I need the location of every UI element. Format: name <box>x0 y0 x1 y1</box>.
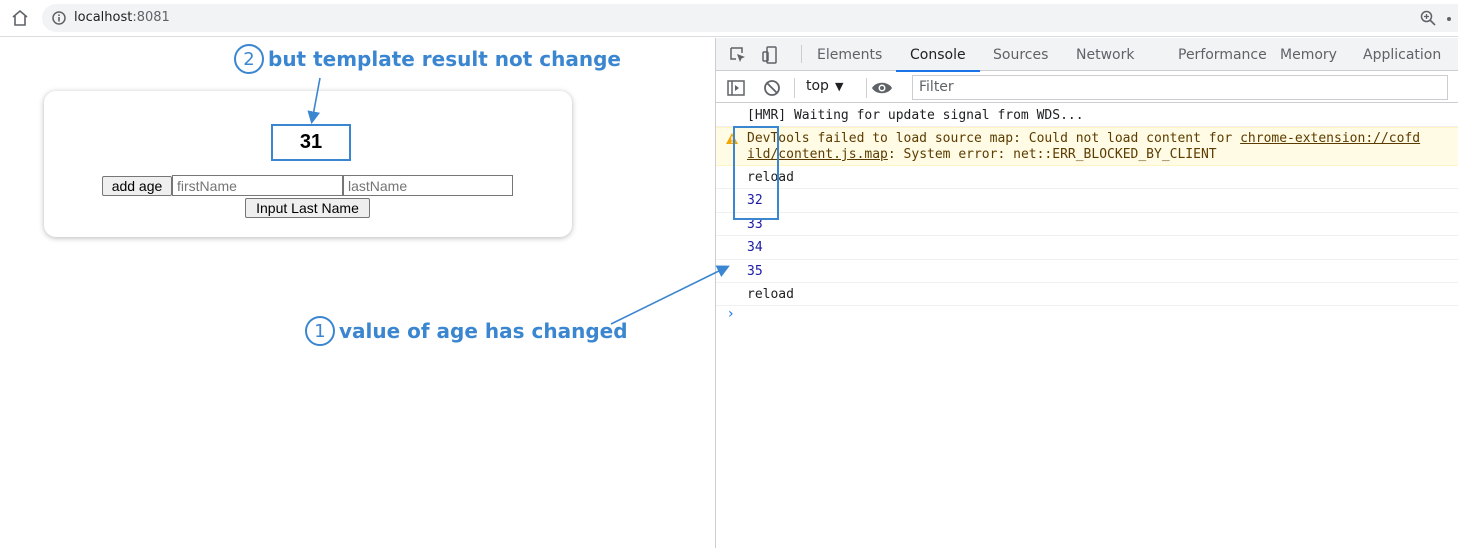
tab-network[interactable]: Network <box>1076 38 1134 71</box>
console-message: reload <box>716 283 1458 306</box>
context-selector[interactable]: top ▼ <box>806 78 843 94</box>
annotation-1-number: 1 <box>305 316 335 346</box>
warning-text-part2: : System error: net::ERR_BLOCKED_BY_CLIE… <box>887 147 1217 162</box>
zoom-icon[interactable] <box>1420 10 1436 26</box>
console-value: 35 <box>716 260 1458 283</box>
console-prompt-icon[interactable]: › <box>728 306 734 322</box>
annotation-2-text: but template result not change <box>268 47 621 71</box>
app-card: 31 add age Input Last Name <box>44 91 572 237</box>
annotation-1: 1 value of age has changed <box>305 316 628 346</box>
sidebar-toggle-icon[interactable] <box>726 78 746 98</box>
toolbar-separator <box>794 78 795 98</box>
home-icon[interactable] <box>8 6 32 30</box>
info-icon[interactable] <box>52 11 66 25</box>
tab-application[interactable]: Application <box>1363 38 1441 71</box>
values-highlight-box <box>733 126 779 220</box>
devtools-panel: Elements Console Sources Network Perform… <box>715 38 1458 548</box>
url-host: localhost <box>74 10 133 25</box>
input-last-name-button[interactable]: Input Last Name <box>245 198 370 218</box>
annotation-2: 2 but template result not change <box>234 44 621 74</box>
filter-input[interactable]: Filter <box>912 75 1448 100</box>
annotation-1-text: value of age has changed <box>339 319 628 343</box>
clear-console-icon[interactable] <box>762 78 782 98</box>
warning-text-part1: DevTools failed to load source map: Coul… <box>747 131 1241 146</box>
source-map-link[interactable]: chrome-extension://cofd <box>1240 131 1420 146</box>
tab-performance[interactable]: Performance <box>1178 38 1267 71</box>
eye-icon[interactable] <box>871 78 892 98</box>
toolbar-separator <box>866 78 867 98</box>
url-port: :8081 <box>132 10 170 25</box>
console-message: [HMR] Waiting for update signal from WDS… <box>716 104 1458 127</box>
console-value: 34 <box>716 236 1458 260</box>
more-icon[interactable] <box>1447 17 1451 21</box>
tab-sources[interactable]: Sources <box>993 38 1048 71</box>
annotation-2-number: 2 <box>234 44 264 74</box>
tab-memory[interactable]: Memory <box>1280 38 1337 71</box>
address-bar[interactable]: localhost:8081 <box>42 4 1458 32</box>
devtools-tabbar: Elements Console Sources Network Perform… <box>716 38 1458 72</box>
console-message: reload <box>716 166 1458 189</box>
dropdown-arrow-icon: ▼ <box>834 80 844 93</box>
first-name-input[interactable] <box>172 175 343 196</box>
tab-console[interactable]: Console <box>896 38 980 72</box>
device-toggle-icon[interactable] <box>760 45 780 65</box>
add-age-button[interactable]: add age <box>102 176 172 196</box>
console-toolbar: top ▼ Filter <box>716 72 1458 103</box>
tabbar-separator <box>801 45 802 63</box>
url-text: localhost:8081 <box>74 10 170 25</box>
console-output: [HMR] Waiting for update signal from WDS… <box>716 104 1458 322</box>
console-value: 32 <box>716 189 1458 213</box>
last-name-input[interactable] <box>343 175 513 196</box>
context-label: top <box>806 78 829 94</box>
browser-toolbar: localhost:8081 <box>0 0 1458 37</box>
inspect-element-icon[interactable] <box>728 45 748 65</box>
page-content: 31 add age Input Last Name <box>0 38 715 548</box>
tab-elements[interactable]: Elements <box>817 38 882 71</box>
console-warning: DevTools failed to load source map: Coul… <box>716 127 1458 166</box>
console-value: 33 <box>716 213 1458 236</box>
age-display: 31 <box>271 124 351 161</box>
